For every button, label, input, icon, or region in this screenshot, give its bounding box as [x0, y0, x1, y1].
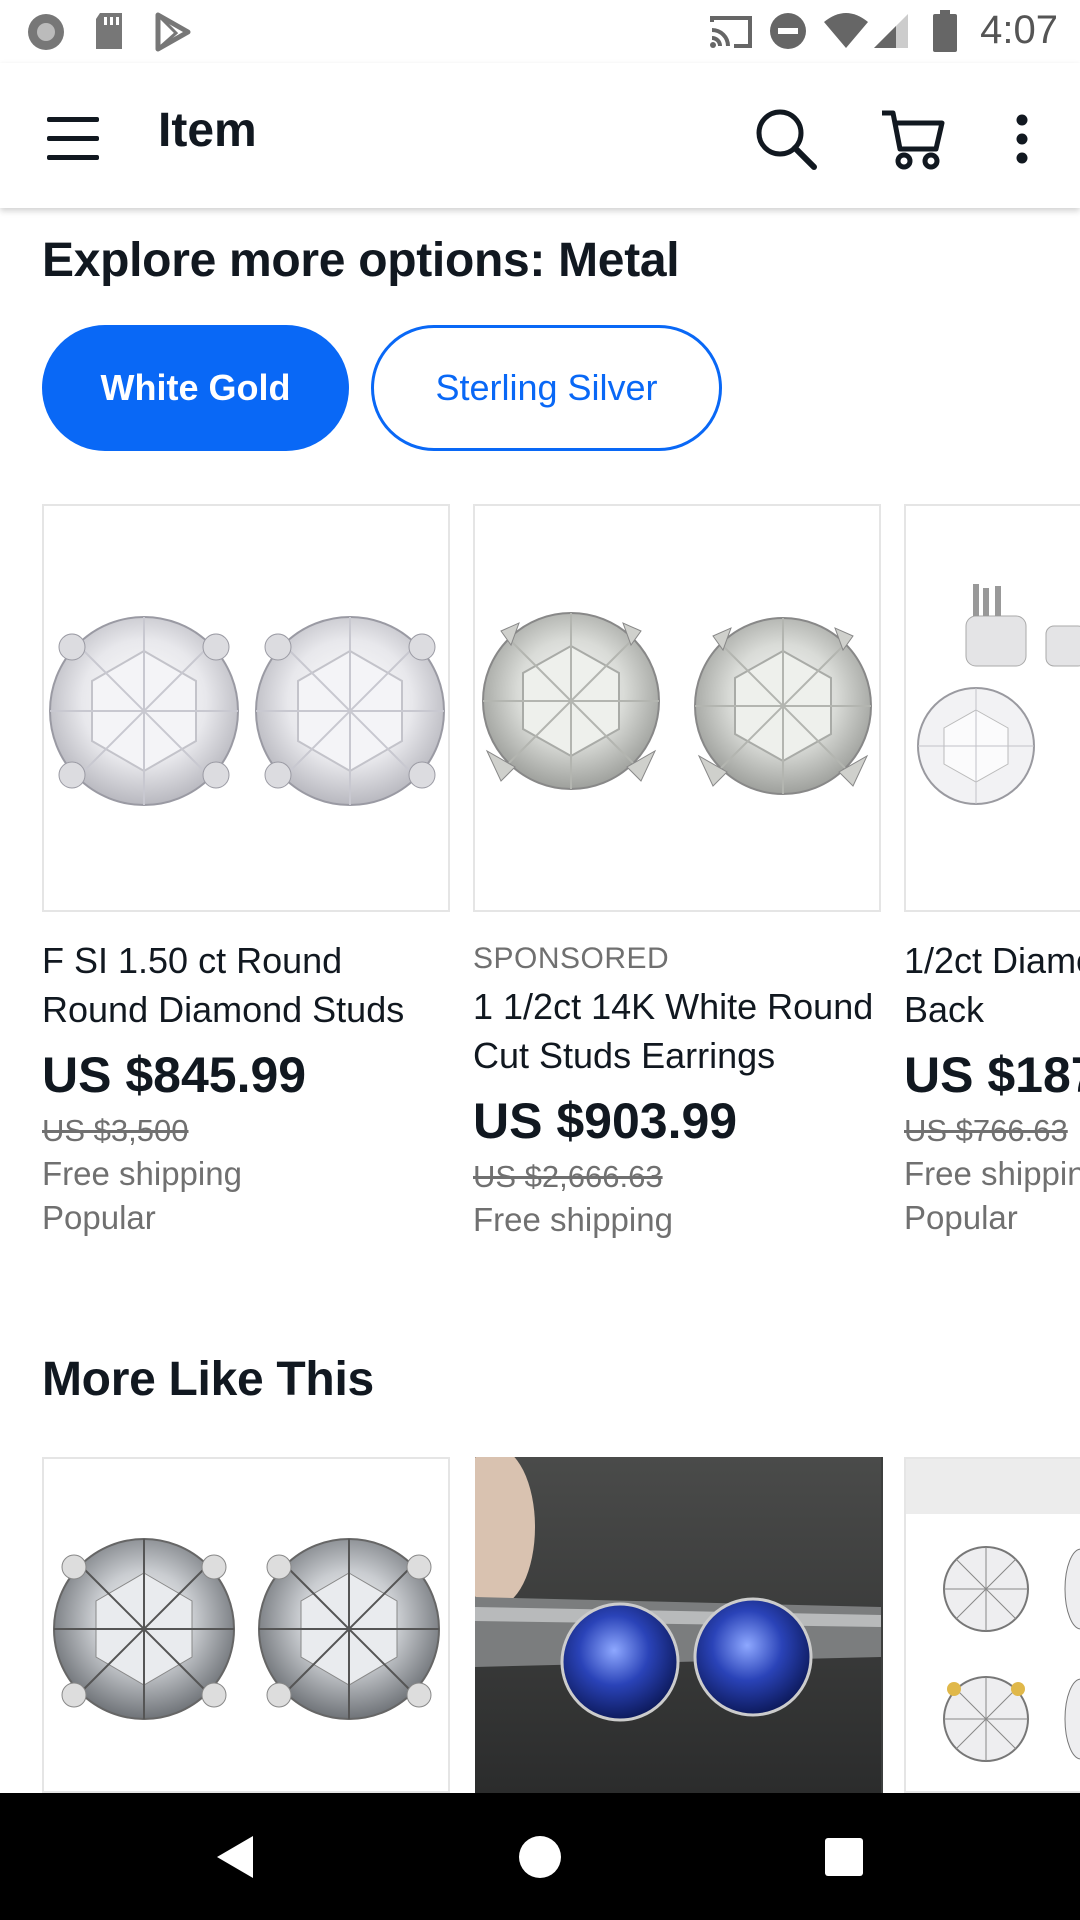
sponsored-label: SPONSORED [473, 942, 670, 975]
product-price: US $845.99 [42, 1047, 307, 1103]
similar-item-card[interactable] [42, 1457, 450, 1793]
product-card[interactable]: 1/2ct Diamond Screw Back US $187 US $766… [904, 504, 1080, 1240]
page-title: Item [158, 104, 257, 157]
status-bar: 4:07 [0, 0, 1080, 63]
similar-item-image [53, 1538, 440, 1720]
screen: 4:07 Item Explore more options: Metal Wh… [0, 0, 1080, 1920]
cast-icon [708, 12, 754, 57]
system-nav-bar [0, 1793, 1080, 1920]
explore-title: Explore more options: Metal [42, 234, 680, 287]
cart-icon[interactable] [875, 101, 951, 177]
product-image[interactable] [42, 504, 450, 912]
play-store-icon [154, 12, 192, 57]
similar-item-card[interactable] [475, 1457, 883, 1793]
overflow-menu-icon[interactable] [984, 101, 1060, 177]
product-title-text[interactable]: 1/2ct Diamond Screw Back [904, 940, 1080, 1030]
more-like-this-title: More Like This [42, 1353, 374, 1406]
notification-dot-icon [26, 12, 66, 57]
popular-badge: Popular [904, 1199, 1018, 1236]
product-price: US $187 [904, 1047, 1080, 1103]
wifi-icon [822, 12, 870, 55]
original-price: US $766.63 [904, 1113, 1068, 1148]
product-title[interactable]: 1 1/2ct 14K White Round Cut Studs Earrin… [473, 982, 881, 1080]
signal-icon [872, 12, 912, 55]
similar-item-image [475, 1457, 881, 1793]
clock: 4:07 [980, 8, 1058, 52]
search-icon[interactable] [748, 101, 824, 177]
do-not-disturb-icon [768, 11, 808, 56]
shipping-info: Free shipping [473, 1201, 673, 1238]
sd-card-icon [92, 11, 126, 56]
product-card[interactable]: SPONSORED 1 1/2ct 14K White Round Cut St… [473, 504, 881, 1242]
original-price: US $2,666.63 [473, 1159, 663, 1194]
product-image[interactable] [904, 504, 1080, 912]
similar-item-card[interactable] [904, 1457, 1080, 1793]
popular-badge: Popular [42, 1199, 156, 1236]
product-image[interactable] [473, 504, 881, 912]
recents-icon[interactable] [774, 1793, 914, 1920]
chip-white-gold[interactable]: White Gold [42, 325, 349, 451]
back-icon[interactable] [165, 1793, 305, 1920]
menu-icon[interactable] [35, 101, 111, 177]
chip-sterling-silver[interactable]: Sterling Silver [371, 325, 722, 451]
home-icon[interactable] [470, 1793, 610, 1920]
app-bar: Item [0, 63, 1080, 208]
shipping-info: Free shipping [904, 1155, 1080, 1192]
product-card[interactable]: F SI 1.50 ct Round Round Diamond Studs U… [42, 504, 450, 1240]
product-title[interactable]: 1/2ct Diamond Screw Back [904, 936, 1080, 1034]
shipping-info: Free shipping [42, 1155, 242, 1192]
product-price: US $903.99 [473, 1093, 738, 1149]
original-price: US $3,500 [42, 1113, 189, 1148]
battery-icon [932, 10, 958, 57]
product-title[interactable]: F SI 1.50 ct Round Round Diamond Studs [42, 936, 450, 1034]
similar-item-image [906, 1459, 1080, 1762]
